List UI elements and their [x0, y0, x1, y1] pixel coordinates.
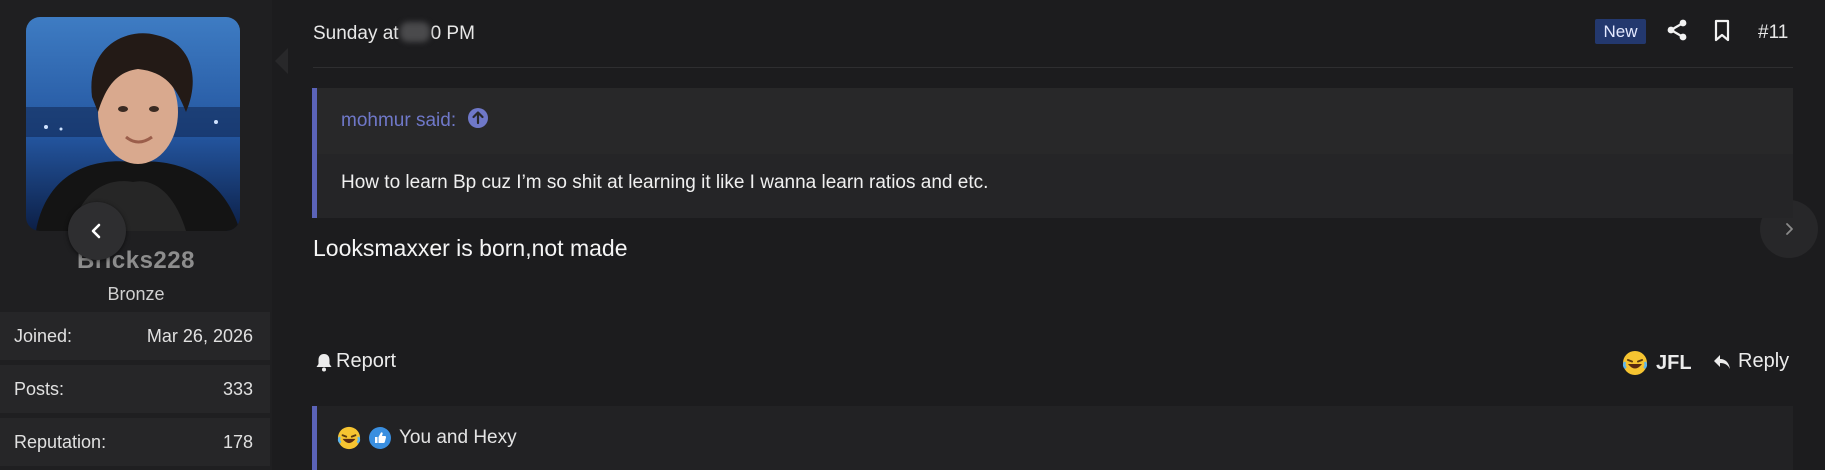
reply-label: Reply	[1738, 350, 1790, 372]
stat-value: 178	[222, 431, 253, 452]
post-date[interactable]: Sunday at 0 PM	[313, 22, 475, 45]
arrow-up-circle-icon[interactable]	[467, 107, 489, 135]
reactions-users[interactable]: You and Hexy	[399, 427, 517, 449]
stat-label: Reputation:	[14, 431, 107, 452]
header-divider	[313, 67, 1793, 68]
post-date-prefix: Sunday at	[313, 23, 399, 44]
stat-label: Joined:	[14, 325, 73, 346]
stat-joined: Joined: Mar 26, 2026	[0, 312, 270, 360]
new-badge: New	[1595, 19, 1646, 44]
stat-value: 333	[222, 378, 253, 399]
share-icon[interactable]	[1665, 18, 1689, 47]
stat-label: Posts:	[14, 378, 65, 399]
message-arrow	[275, 48, 288, 74]
laughing-emoji-icon	[337, 426, 361, 450]
reply-arrow-icon	[1714, 354, 1730, 369]
jfl-reaction-button[interactable]: JFL	[1622, 350, 1692, 376]
chevron-right-icon	[1786, 223, 1793, 235]
stat-posts: Posts: 333	[0, 365, 270, 413]
reactions-bar[interactable]: You and Hexy	[312, 406, 1793, 470]
bell-icon	[316, 353, 332, 371]
post-number[interactable]: #11	[1758, 22, 1788, 44]
jfl-label: JFL	[1656, 351, 1692, 374]
quote-author[interactable]: mohmur said:	[341, 110, 456, 132]
avatar[interactable]	[26, 17, 240, 231]
quote-text: How to learn Bp cuz I’m so shit at learn…	[341, 172, 989, 193]
quote-header: mohmur said:	[317, 88, 1793, 154]
redacted-time	[399, 22, 430, 42]
post-date-suffix: 0 PM	[430, 23, 475, 44]
reply-button[interactable]: Reply	[1712, 350, 1789, 373]
stat-reputation: Reputation: 178	[0, 418, 270, 466]
post-message: Looksmaxxer is born,not made	[313, 235, 628, 261]
chevron-left-icon	[91, 223, 101, 239]
quote-block: mohmur said: How to learn Bp cuz I’m so …	[312, 88, 1793, 218]
stat-value: Mar 26, 2026	[146, 325, 253, 346]
bookmark-icon[interactable]	[1712, 19, 1732, 48]
previous-button[interactable]	[68, 202, 126, 260]
username[interactable]: Bricks228	[0, 247, 272, 275]
thumbs-up-icon	[369, 427, 391, 449]
report-label: Report	[336, 350, 397, 372]
user-panel: Bricks228 Bronze Joined: Mar 26, 2026 Po…	[0, 0, 272, 470]
laughing-emoji-icon	[1622, 351, 1648, 375]
user-rank: Bronze	[107, 284, 165, 304]
report-button[interactable]: Report	[315, 350, 396, 373]
